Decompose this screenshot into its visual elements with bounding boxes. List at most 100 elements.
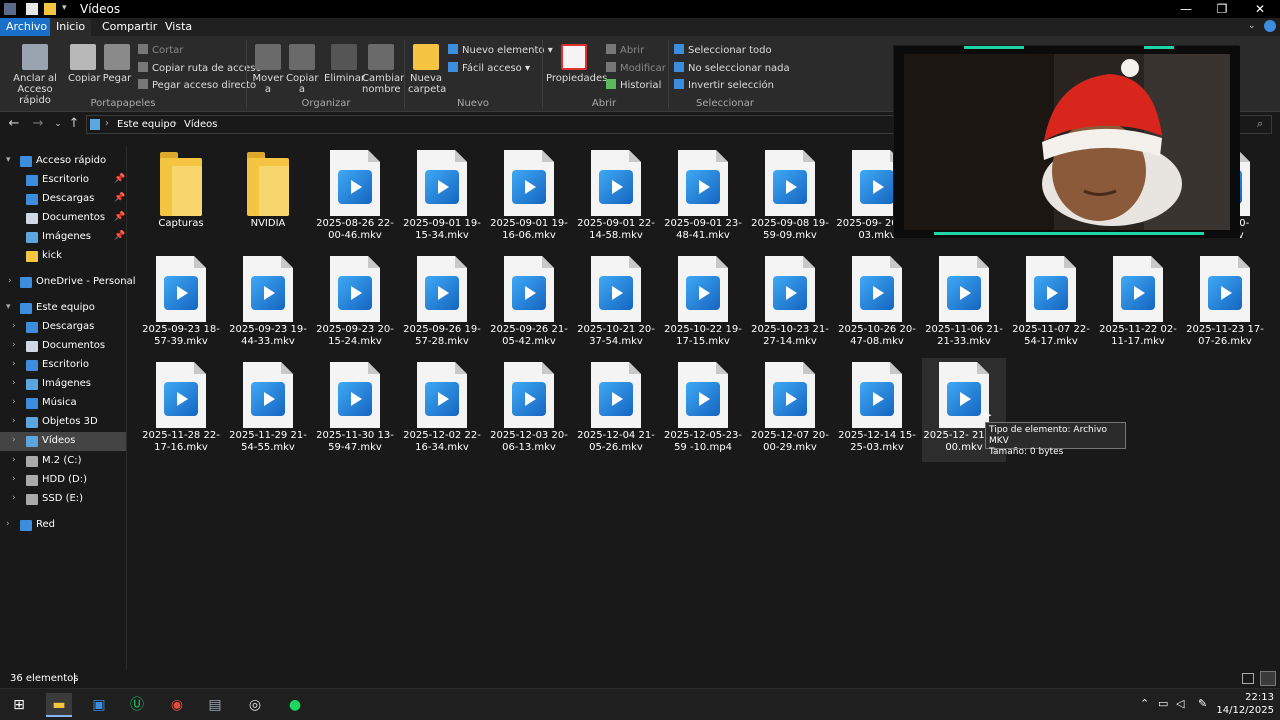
file-explorer-icon[interactable]: ▬ [46,693,72,717]
tab-inicio[interactable]: Inicio [50,18,92,36]
video-file-item[interactable]: 2025-11-22 02-11-17.mkv [1096,252,1180,356]
new-folder-icon[interactable] [44,3,56,15]
sidebar-item-videos[interactable]: › Vídeos [0,432,126,451]
expand-chevron-icon[interactable]: › [12,359,16,369]
properties-icon[interactable] [26,3,38,15]
video-file-item[interactable]: 2025-12-03 20-06-13.mkv [487,358,571,462]
new-folder-button[interactable]: Nueva carpeta [408,44,446,95]
breadcrumb-videos[interactable]: Vídeos [184,119,217,130]
start-windows-icon[interactable]: ⊞ [6,693,32,717]
expand-chevron-icon[interactable]: › [12,455,16,465]
copy-to-button[interactable]: Copiar a [286,44,318,95]
video-file-item[interactable]: 2025-12-07 20-00-29.mkv [748,358,832,462]
expand-chevron-icon[interactable]: › [12,321,16,331]
video-file-item[interactable]: 2025-09-23 18-57-39.mkv [139,252,223,356]
expand-chevron-icon[interactable]: › [12,378,16,388]
video-file-item[interactable]: 2025-12-14 15-25-03.mkv [835,358,919,462]
sidebar-item-descargas-pc[interactable]: › Descargas [0,318,126,337]
display-icon[interactable]: ▭ [1158,697,1168,710]
invert-selection-button[interactable]: Invertir selección [674,79,774,91]
select-none-button[interactable]: No seleccionar nada [674,62,790,74]
expand-chevron-icon[interactable]: ▾ [6,155,11,165]
pen-icon[interactable]: ✎ [1198,697,1207,710]
taskbar-clock[interactable]: 22:13 14/12/2025 [1214,691,1274,717]
copy-button[interactable]: Copiar [68,44,100,84]
tab-vista[interactable]: Vista [159,18,198,36]
video-file-item[interactable]: 2025-10-21 20-37-54.mkv [574,252,658,356]
sidebar-item-documentos-pc[interactable]: › Documentos [0,337,126,356]
sidebar-item-imagenes[interactable]: Imágenes 📌 [0,228,126,247]
tab-archivo[interactable]: Archivo [0,18,54,36]
tab-compartir[interactable]: Compartir [96,18,163,36]
sidebar-item-musica[interactable]: › Música [0,394,126,413]
sidebar-item-kick[interactable]: kick [0,247,126,266]
sidebar-item-acceso-rapido[interactable]: ▾ Acceso rápido [0,152,126,171]
select-all-button[interactable]: Seleccionar todo [674,44,772,56]
video-file-item[interactable]: 2025-09-01 22-14-58.mkv [574,146,658,250]
ribbon-expand-icon[interactable]: ⌄ [1248,21,1256,31]
details-view-icon[interactable] [1242,673,1254,684]
address-bar[interactable]: › Este equipo › Vídeos [86,115,896,134]
up-arrow-icon[interactable]: ↑ [66,116,82,132]
video-file-item[interactable]: 2025-09-01 19-16-06.mkv [487,146,571,250]
delete-button[interactable]: Eliminar [324,44,365,84]
edit-button[interactable]: Modificar [606,62,666,74]
video-file-item[interactable]: 2025-12-04 21-05-26.mkv [574,358,658,462]
history-button[interactable]: Historial [606,79,661,91]
move-to-button[interactable]: Mover a [252,44,284,95]
close-button[interactable]: ✕ [1242,0,1278,18]
video-file-item[interactable]: 2025-10-22 19-17-15.mkv [661,252,745,356]
folder-item[interactable]: NVIDIA [226,146,310,250]
help-icon[interactable] [1264,20,1276,32]
large-icons-view-icon[interactable] [1260,671,1276,686]
cut-button[interactable]: Cortar [138,44,183,56]
app-icon[interactable] [4,3,16,15]
sidebar-item-ssd-e[interactable]: › SSD (E:) [0,490,126,509]
expand-chevron-icon[interactable]: ▾ [6,302,11,312]
folder-item[interactable]: Capturas [139,146,223,250]
copy-path-button[interactable]: Copiar ruta de acceso [138,62,262,74]
video-file-item[interactable]: 2025-09-23 19-44-33.mkv [226,252,310,356]
spotify-icon[interactable]: ● [282,693,308,717]
recent-locations-chevron-icon[interactable]: ⌄ [50,116,66,132]
video-file-item[interactable]: 2025-12-05-23-59 -10.mp4 [661,358,745,462]
chrome-icon[interactable]: ◉ [164,693,190,717]
expand-chevron-icon[interactable]: › [6,519,10,529]
video-file-item[interactable]: 2025-11-28 22-17-16.mkv [139,358,223,462]
quick-access-dropdown-icon[interactable]: ▾ [62,3,67,13]
video-file-item[interactable]: 2025-10-23 21-27-14.mkv [748,252,832,356]
minimize-button[interactable]: — [1168,0,1204,18]
paste-shortcut-button[interactable]: Pegar acceso directo [138,79,256,91]
video-file-item[interactable]: 2025-09-23 20-15-24.mkv [313,252,397,356]
sidebar-item-documentos[interactable]: Documentos 📌 [0,209,126,228]
sidebar-item-onedrive[interactable]: › OneDrive - Personal [0,273,136,292]
sidebar-item-red[interactable]: › Red [0,516,126,535]
expand-chevron-icon[interactable]: › [12,416,16,426]
video-file-item[interactable]: 2025-09-26 19-57-28.mkv [400,252,484,356]
sidebar-item-descargas[interactable]: Descargas 📌 [0,190,126,209]
sidebar-item-este-equipo[interactable]: ▾ Este equipo [0,299,126,318]
show-hidden-icons-chevron-icon[interactable]: ⌃ [1140,697,1149,710]
expand-chevron-icon[interactable]: › [12,435,16,445]
expand-chevron-icon[interactable]: › [12,474,16,484]
video-file-item[interactable]: 2025-09-01 19-15-34.mkv [400,146,484,250]
properties-button[interactable]: Propiedades [546,44,607,84]
video-file-item[interactable]: 2025-08-26 22-00-46.mkv [313,146,397,250]
upwork-icon[interactable]: Ⓤ [124,693,150,717]
obs-icon[interactable]: ◎ [242,693,268,717]
open-button[interactable]: Abrir [606,44,644,56]
expand-chevron-icon[interactable]: › [8,276,12,286]
video-file-item[interactable]: 2025-11-06 21-21-33.mkv [922,252,1006,356]
sidebar-item-hdd-d[interactable]: › HDD (D:) [0,471,126,490]
rename-button[interactable]: Cambiar nombre [362,44,404,95]
maximize-button[interactable]: ❐ [1204,0,1240,18]
remote-desktop-icon[interactable]: ▤ [202,693,228,717]
video-file-item[interactable]: 2025-09-01 23-48-41.mkv [661,146,745,250]
breadcrumb-este-equipo[interactable]: Este equipo [117,119,176,130]
expand-chevron-icon[interactable]: › [12,397,16,407]
video-file-item[interactable]: 2025-11-07 22-54-17.mkv [1009,252,1093,356]
video-file-item[interactable]: 2025-09-08 19-59-09.mkv [748,146,832,250]
paste-button[interactable]: Pegar [102,44,132,84]
video-file-item[interactable]: 2025-11-30 13-59-47.mkv [313,358,397,462]
video-file-item[interactable]: 2025-09-26 21-05-42.mkv [487,252,571,356]
